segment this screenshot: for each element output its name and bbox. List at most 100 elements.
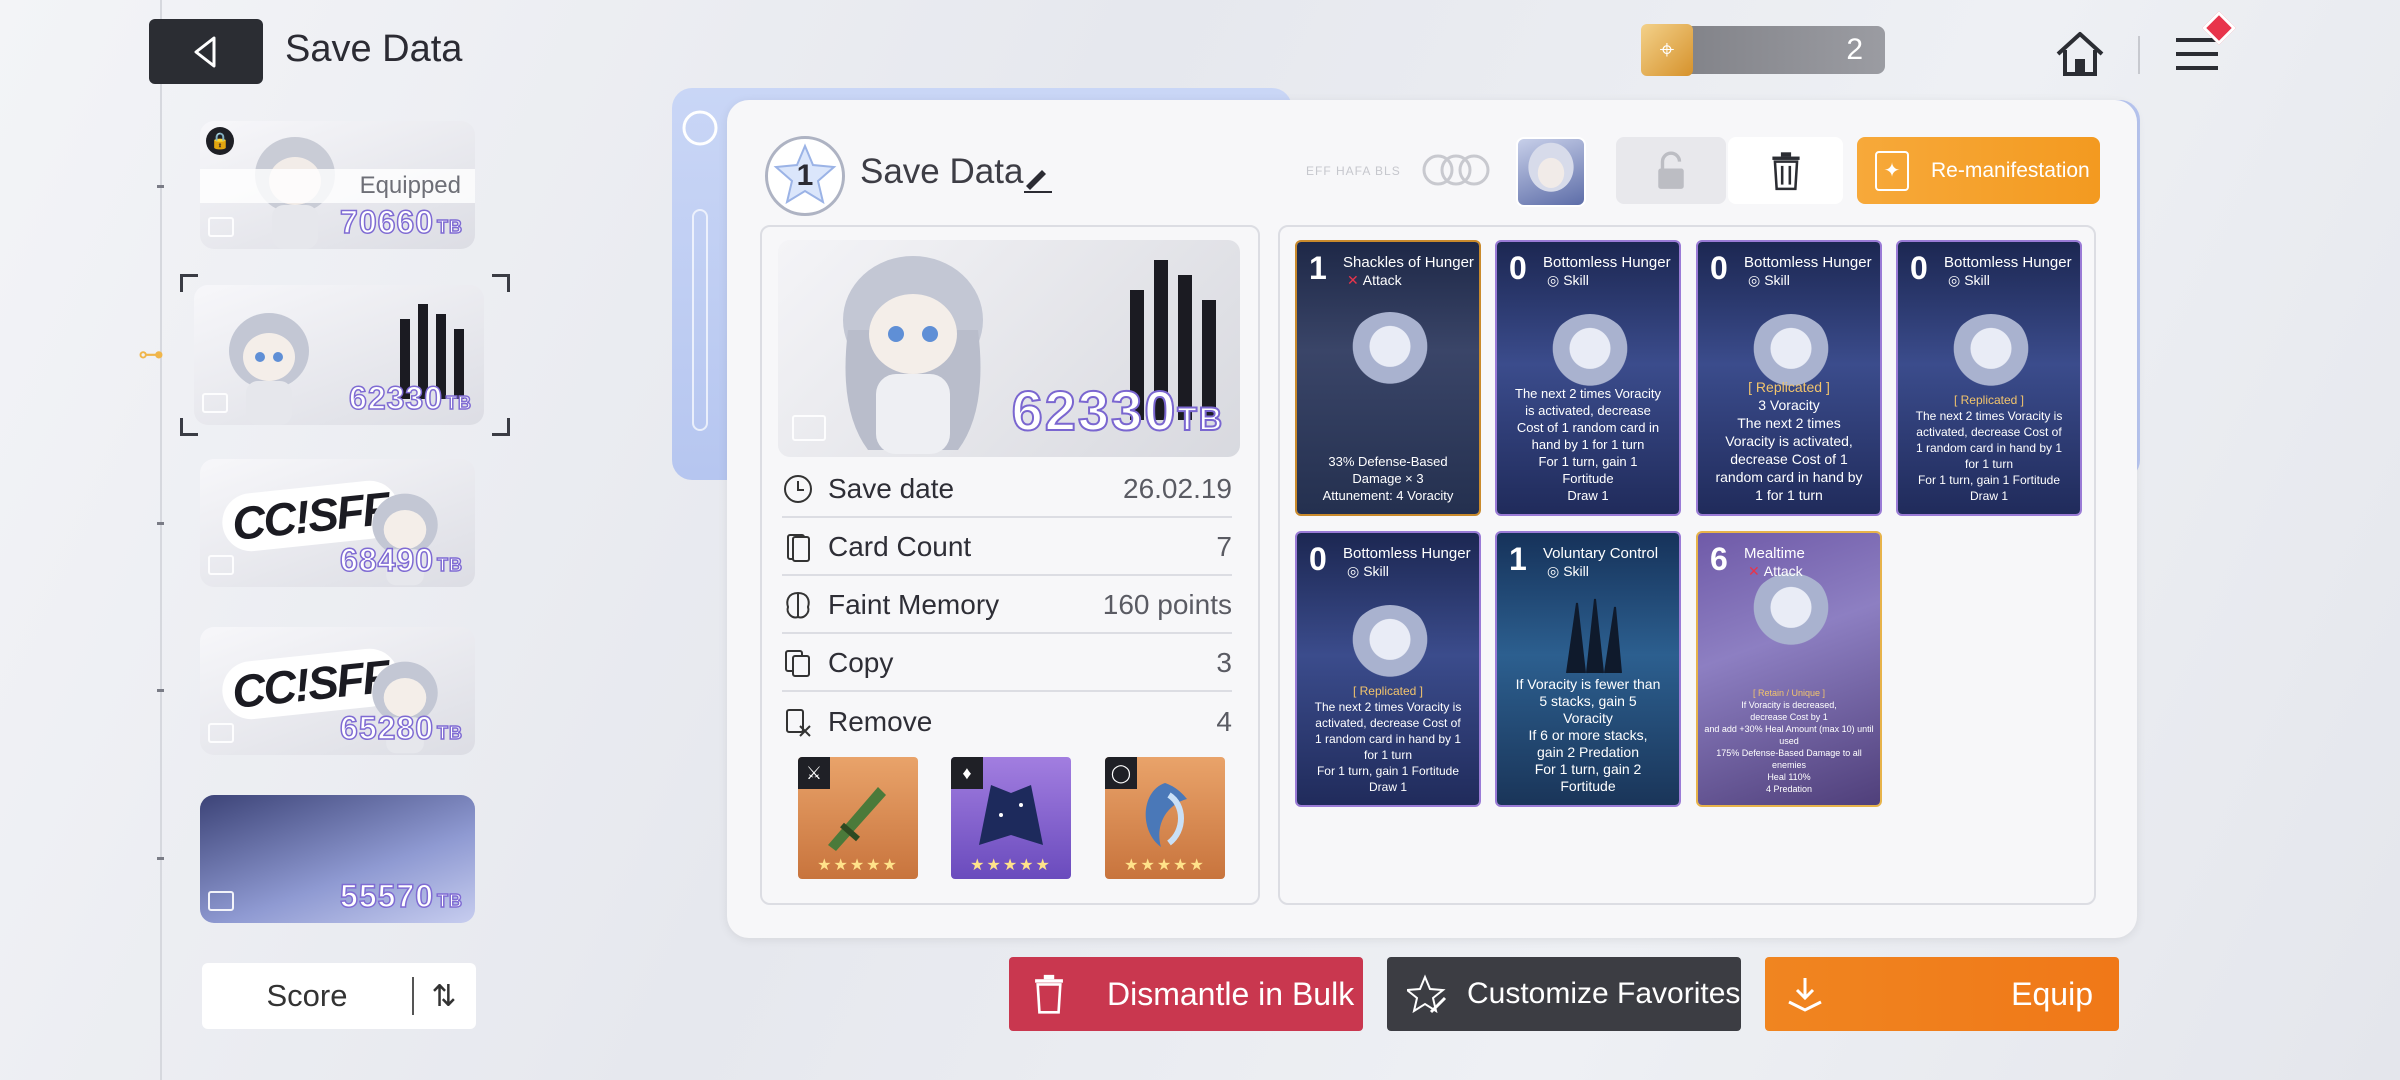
card-name: Bottomless Hunger <box>1343 545 1471 562</box>
sort-button[interactable]: Score ⇅ <box>202 963 476 1029</box>
rarity-stars: ★★★★★ <box>817 857 899 874</box>
attack-icon: ✕ <box>1347 272 1359 288</box>
save-slot-3[interactable]: CC!SFF 68490 TB <box>200 459 475 587</box>
brain-rail-icon <box>682 110 718 431</box>
equip-label: Equip <box>2011 975 2093 1012</box>
card-character-art <box>1347 312 1433 398</box>
skill-icon: ◎ <box>1948 272 1961 288</box>
delete-button[interactable] <box>1728 137 1843 204</box>
card-cost: 0 <box>1910 250 1928 286</box>
equip-icon <box>1788 978 1822 1012</box>
ticket-counter[interactable]: ⌖ 2 <box>1641 24 1885 76</box>
card-type: ◎ Skill <box>1347 563 1389 579</box>
card-description: [ Replicated ] The next 2 times Voracity … <box>1915 393 2063 503</box>
card-type: ◎ Skill <box>1948 272 1990 288</box>
save-slot-5[interactable]: 55570 TB <box>200 795 475 923</box>
equipment-ring[interactable]: ◯ ★★★★★ <box>1105 757 1225 879</box>
card-type: ◎ Skill <box>1547 272 1589 288</box>
card-voluntary-control[interactable]: 1 Voluntary Control ◎ Skill If Voracity i… <box>1495 531 1681 807</box>
level-number: 1 <box>796 159 814 192</box>
dismantle-label: Dismantle in Bulk <box>1107 975 1355 1012</box>
card-cost: 1 <box>1509 541 1527 577</box>
memory-chip-icon <box>202 393 228 413</box>
customize-favorites-button[interactable]: Customize Favorites <box>1387 957 1741 1031</box>
card-type: ◎ Skill <box>1547 563 1589 579</box>
character-portrait <box>843 256 983 454</box>
equipped-tag: Equipped <box>200 169 475 203</box>
timeline-dot <box>157 185 164 188</box>
card-bottomless-hunger[interactable]: 0 Bottomless Hunger ◎ Skill The next 2 ti… <box>1495 240 1681 516</box>
memory-chip-icon <box>208 555 234 575</box>
save-slot-4[interactable]: CC!SFF 65280 TB <box>200 627 475 755</box>
equip-button[interactable]: Equip <box>1765 957 2119 1031</box>
rarity-stars: ★★★★★ <box>970 857 1052 874</box>
lock-icon: 🔒 <box>206 127 234 155</box>
info-row-save-date: Save date 26.02.19 <box>782 462 1232 518</box>
home-icon <box>2056 32 2104 76</box>
card-name: Bottomless Hunger <box>1744 254 1872 271</box>
armor-slot-icon: ♦ <box>951 757 983 789</box>
character-avatar-button[interactable] <box>1516 137 1586 207</box>
card-cost: 0 <box>1710 250 1728 286</box>
card-mealtime[interactable]: 6 Mealtime ✕ Attack [ Retain / Unique ] If… <box>1696 531 1882 807</box>
card-shackles-of-hunger[interactable]: 1 Shackles of Hunger ✕ Attack 33% Defense… <box>1295 240 1481 516</box>
lock-button[interactable] <box>1616 137 1726 204</box>
copy-icon <box>785 650 810 677</box>
re-manifestation-icon: ✦ <box>1875 150 1909 191</box>
card-description: [ Replicated ] 3 Voracity The next 2 times… <box>1715 379 1863 503</box>
info-row-copy: Copy 3 <box>782 636 1232 692</box>
ticket-count: 2 <box>1846 33 1863 66</box>
re-manifestation-label: Re-manifestation <box>1931 158 2090 182</box>
divider <box>2138 36 2140 74</box>
equipment-armor[interactable]: ♦ ★★★★★ <box>951 757 1071 879</box>
card-bottomless-hunger-replicated[interactable]: 0 Bottomless Hunger ◎ Skill [ Replicated … <box>1696 240 1882 516</box>
memory-chip-icon <box>208 891 234 911</box>
info-row-faint-memory: Faint Memory 160 points <box>782 578 1232 634</box>
card-character-art <box>1948 314 2034 400</box>
skill-icon: ◎ <box>1748 272 1761 288</box>
clock-icon <box>784 475 812 503</box>
star-edit-icon <box>1407 974 1447 1014</box>
slot-score: 62330 TB <box>348 379 472 417</box>
info-row-card-count: Card Count 7 <box>782 520 1232 576</box>
re-manifestation-button[interactable]: ✦ Re-manifestation <box>1857 137 2100 204</box>
ring-icon <box>1145 783 1187 847</box>
back-button[interactable] <box>149 19 263 84</box>
equipment-weapon[interactable]: ⚔ ★★★★★ <box>798 757 918 879</box>
dismantle-in-bulk-button[interactable]: Dismantle in Bulk <box>1009 957 1363 1031</box>
sort-toggle-icon[interactable]: ⇅ <box>414 979 474 1014</box>
card-character-art <box>1748 573 1834 659</box>
customize-label: Customize Favorites <box>1467 977 1741 1010</box>
edit-name-icon[interactable] <box>1020 160 1054 194</box>
trash-icon <box>1035 974 1063 1014</box>
save-slot-1[interactable]: Equipped 🔒 70660 TB <box>200 121 475 249</box>
card-name: Bottomless Hunger <box>1944 254 2072 271</box>
card-bottomless-hunger-replicated[interactable]: 0 Bottomless Hunger ◎ Skill [ Replicated … <box>1896 240 2082 516</box>
timeline-dot <box>157 689 164 692</box>
trash-icon <box>1771 151 1800 190</box>
save-slot-2-selected[interactable]: 62330 TB <box>194 285 484 425</box>
level-badge: 1 <box>765 136 845 216</box>
card-type: ◎ Skill <box>1748 272 1790 288</box>
ring-slot-icon: ◯ <box>1105 757 1137 789</box>
card-name: Shackles of Hunger <box>1343 254 1474 271</box>
rings-icon <box>1422 154 1490 186</box>
card-description: If Voracity is fewer than 5 stacks, gain … <box>1515 676 1661 794</box>
card-description: The next 2 times Voracity is activated, d… <box>1515 386 1661 503</box>
memory-chip-icon <box>792 415 826 441</box>
card-bottomless-hunger-replicated[interactable]: 0 Bottomless Hunger ◎ Skill [ Replicated … <box>1295 531 1481 807</box>
avatar <box>1528 142 1574 192</box>
remove-icon <box>786 709 811 737</box>
page-title: Save Data <box>285 28 463 70</box>
home-button[interactable] <box>2052 26 2108 82</box>
portrait-score: 62330TB <box>1011 378 1224 443</box>
card-name: Mealtime <box>1744 545 1805 562</box>
skill-icon: ◎ <box>1547 272 1560 288</box>
rarity-stars: ★★★★★ <box>1124 857 1206 874</box>
card-type: ✕ Attack <box>1748 563 1803 579</box>
faint-label: EFF HAFA BLS <box>1306 164 1401 178</box>
skill-icon: ◎ <box>1347 563 1360 579</box>
card-cost: 1 <box>1309 250 1327 286</box>
unlock-icon <box>1658 151 1684 189</box>
card-type: ✕ Attack <box>1347 272 1402 288</box>
